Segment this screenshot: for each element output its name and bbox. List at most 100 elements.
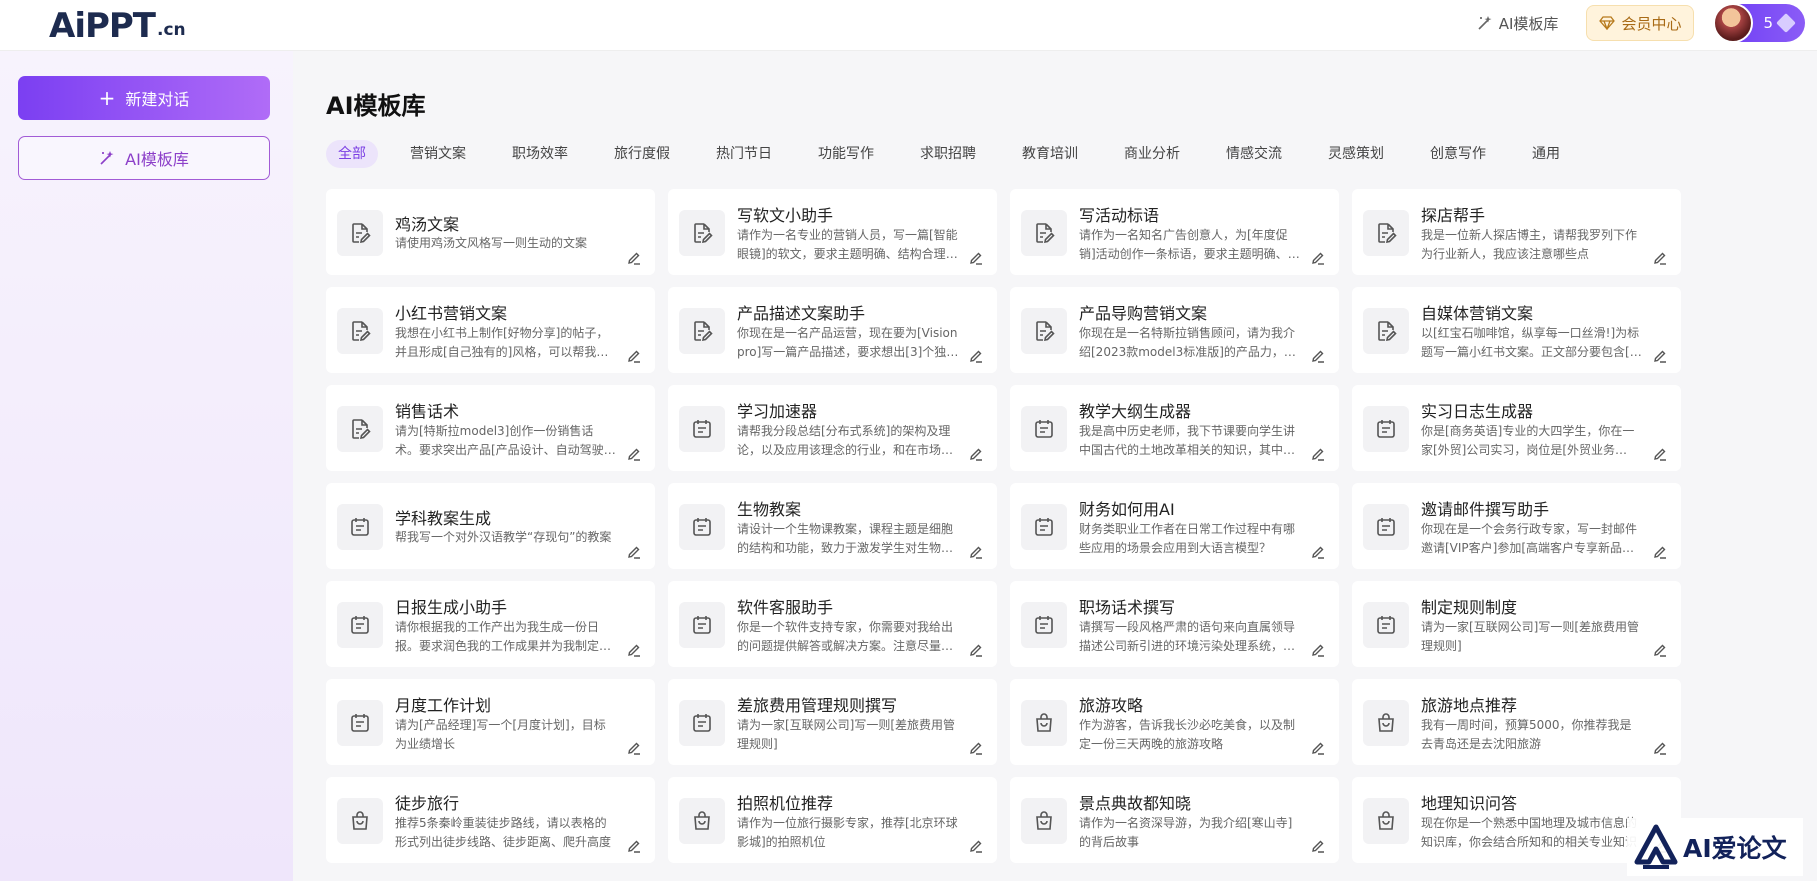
- edit-icon[interactable]: [969, 838, 983, 853]
- edit-icon[interactable]: [1653, 446, 1667, 461]
- edit-icon[interactable]: [1311, 544, 1325, 559]
- template-card[interactable]: 学习加速器 请帮我分段总结[分布式系统]的架构及理论，以及应用该理念的行业，和在市…: [668, 385, 997, 471]
- edit-icon[interactable]: [1653, 348, 1667, 363]
- tab-6[interactable]: 求职招聘: [906, 140, 990, 168]
- tab-0[interactable]: 全部: [326, 140, 378, 168]
- user-points-badge[interactable]: 5: [1713, 3, 1805, 43]
- edit-icon[interactable]: [627, 740, 641, 755]
- card-description: 请撰写一段风格严肃的语句来向直属领导描述公司新引进的环境污染处理系统，突出其优势: [1079, 620, 1296, 653]
- template-card[interactable]: 产品描述文案助手 你现在是一名产品运营，现在要为[Vision pro]写一篇产品…: [668, 287, 997, 373]
- template-card[interactable]: 徒步旅行 推荐5条秦岭重装徒步路线，请以表格的形式列出徒步线路、徒步距离、爬升高度: [326, 777, 655, 863]
- template-card[interactable]: 写活动标语 请作为一名知名广告创意人，为[年度促销]活动创作一条标语，要求主题明确…: [1010, 189, 1339, 275]
- edit-icon[interactable]: [969, 348, 983, 363]
- tab-11[interactable]: 创意写作: [1416, 140, 1500, 168]
- edit-icon[interactable]: [969, 740, 983, 755]
- edit-icon[interactable]: [627, 250, 641, 265]
- avatar[interactable]: [1713, 3, 1754, 43]
- edit-icon[interactable]: [1653, 740, 1667, 755]
- template-card[interactable]: 产品导购营销文案 你现在是一名特斯拉销售顾问，请为我介绍[2023款model3标…: [1010, 287, 1339, 373]
- document-edit-icon: [1021, 308, 1067, 354]
- edit-icon[interactable]: [1311, 740, 1325, 755]
- template-card[interactable]: 小红书营销文案 我想在小红书上制作[好物分享]的帖子，并且形成[自己独有的]风格，…: [326, 287, 655, 373]
- tab-7[interactable]: 教育培训: [1008, 140, 1092, 168]
- template-card[interactable]: 实习日志生成器 你是[商务英语]专业的大四学生，你在一家[外贸]公司实习，岗位是[…: [1352, 385, 1681, 471]
- template-card[interactable]: 探店帮手 我是一位新人探店博主，请帮我罗列下作为行业新人，我应该注意哪些点: [1352, 189, 1681, 275]
- tab-3[interactable]: 旅行度假: [600, 140, 684, 168]
- edit-icon[interactable]: [1653, 544, 1667, 559]
- edit-icon[interactable]: [1311, 642, 1325, 657]
- document-edit-icon: [1021, 210, 1067, 256]
- bag-icon: [1021, 700, 1067, 746]
- tab-2[interactable]: 职场效率: [498, 140, 582, 168]
- main-content: AI模板库 全部 营销文案 职场效率 旅行度假 热门节日 功能写作 求职招聘 教育培训 商业分析…: [293, 51, 1817, 881]
- diamond-icon: [1599, 16, 1616, 30]
- edit-icon[interactable]: [1653, 642, 1667, 657]
- edit-icon[interactable]: [969, 250, 983, 265]
- edit-icon[interactable]: [627, 446, 641, 461]
- card-title: 旅游地点推荐: [1421, 696, 1518, 715]
- tab-5[interactable]: 功能写作: [804, 140, 888, 168]
- document-edit-icon: [1363, 308, 1409, 354]
- edit-icon[interactable]: [627, 544, 641, 559]
- template-card[interactable]: 自媒体营销文案 以[红宝石咖啡馆，纵享每一口丝滑!]为标题写一篇小红书文案。正文部…: [1352, 287, 1681, 373]
- edit-icon[interactable]: [1653, 250, 1667, 265]
- edit-icon[interactable]: [627, 838, 641, 853]
- edit-icon[interactable]: [969, 642, 983, 657]
- edit-icon[interactable]: [1311, 838, 1325, 853]
- calendar-icon: [1363, 602, 1409, 648]
- template-card[interactable]: 拍照机位推荐 请作为一位旅行摄影专家，推荐[北京环球影城]的拍照机位: [668, 777, 997, 863]
- card-description: 请为[特斯拉model3]创作一份销售话术。要求突出产品[产品设计、自动驾驶]的…: [395, 424, 609, 457]
- calendar-icon: [1021, 406, 1067, 452]
- tab-12[interactable]: 通用: [1518, 140, 1574, 168]
- watermark-logo: AI爱论文: [1627, 818, 1803, 876]
- edit-icon[interactable]: [969, 544, 983, 559]
- card-title: 拍照机位推荐: [737, 794, 834, 813]
- template-grid: 鸡汤文案 请使用鸡汤文风格写一则生动的文案 写软文小助手 请作为一名专业的营销人员，写…: [326, 189, 1681, 863]
- template-card[interactable]: 写软文小助手 请作为一名专业的营销人员，写一篇[智能眼镜]的软文，要求主题明确、结…: [668, 189, 997, 275]
- edit-icon[interactable]: [1311, 250, 1325, 265]
- card-title: 小红书营销文案: [395, 304, 508, 323]
- template-card[interactable]: 日报生成小助手 请你根据我的工作产出为我生成一份日报。要求润色我的工作成果并为我制…: [326, 581, 655, 667]
- calendar-icon: [337, 504, 383, 550]
- template-card[interactable]: 旅游地点推荐 我有一周时间，预算5000，你推荐我是去青岛还是去沈阳旅游: [1352, 679, 1681, 765]
- logo[interactable]: AiPPT .cn: [49, 4, 186, 44]
- edit-icon[interactable]: [969, 446, 983, 461]
- tab-4[interactable]: 热门节日: [702, 140, 786, 168]
- tab-10[interactable]: 灵感策划: [1314, 140, 1398, 168]
- edit-icon[interactable]: [1311, 446, 1325, 461]
- template-card[interactable]: 生物教案 请设计一个生物课教案，课程主题是细胞的结构和功能，致力于激发学生对生物学…: [668, 483, 997, 569]
- template-card[interactable]: 景点典故都知晓 请作为一名资深导游，为我介绍[寒山寺]的背后故事: [1010, 777, 1339, 863]
- sidebar-template-library-button[interactable]: AI模板库: [18, 136, 270, 180]
- calendar-icon: [1021, 602, 1067, 648]
- template-card[interactable]: 财务如何用AI 财务类职业工作者在日常工作过程中有哪些应用的场景会应用到大语言模型…: [1010, 483, 1339, 569]
- template-card[interactable]: 销售话术 请为[特斯拉model3]创作一份销售话术。要求突出产品[产品设计、自动…: [326, 385, 655, 471]
- template-card[interactable]: 鸡汤文案 请使用鸡汤文风格写一则生动的文案: [326, 189, 655, 275]
- template-card[interactable]: 教学大纲生成器 我是高中历史老师，我下节课要向学生讲中国古代的土地改革相关的知识，…: [1010, 385, 1339, 471]
- template-card[interactable]: 制定规则制度 请为一家[互联网公司]写一则[差旅费用管理规则]: [1352, 581, 1681, 667]
- bag-icon: [1363, 798, 1409, 844]
- template-card[interactable]: 职场话术撰写请撰写一段风格严肃的语句来向直属领导描述公司新引进的环境污染处理系统…: [1010, 581, 1339, 667]
- card-description: 请为[产品经理]写一个[月度计划]，目标为业绩增长: [395, 718, 606, 751]
- tab-1[interactable]: 营销文案: [396, 140, 480, 168]
- card-title: 职场话术撰写: [1079, 598, 1176, 617]
- template-card[interactable]: 学科教案生成 帮我写一个对外汉语教学“存现句”的教案: [326, 483, 655, 569]
- member-center-button[interactable]: 会员中心: [1586, 5, 1695, 41]
- logo-main: AiPPT: [49, 6, 156, 46]
- tab-8[interactable]: 商业分析: [1110, 140, 1194, 168]
- edit-icon[interactable]: [1311, 348, 1325, 363]
- template-library-link[interactable]: AI模板库: [1477, 13, 1558, 34]
- calendar-icon: [337, 602, 383, 648]
- template-card[interactable]: 月度工作计划 请为[产品经理]写一个[月度计划]，目标为业绩增长: [326, 679, 655, 765]
- edit-icon[interactable]: [627, 348, 641, 363]
- card-description: 现在你是一个熟悉中国地理及城市信息的知识库，你会结合所知和的相关专业知识: [1421, 816, 1638, 849]
- template-card[interactable]: 邀请邮件撰写助手 你现在是一个会务行政专家，写一封邮件邀请[VIP客户]参加[高端…: [1352, 483, 1681, 569]
- document-edit-icon: [1363, 210, 1409, 256]
- document-edit-icon: [337, 406, 383, 452]
- template-card[interactable]: 差旅费用管理规则撰写 请为一家[互联网公司]写一则[差旅费用管理规则]: [668, 679, 997, 765]
- template-card[interactable]: 软件客服助手 你是一个软件支持专家，你需要对我给出的问题提供解答或解决方案。注意尽…: [668, 581, 997, 667]
- tab-9[interactable]: 情感交流: [1212, 140, 1296, 168]
- template-card[interactable]: 旅游攻略 作为游客，告诉我长沙必吃美食，以及制定一份三天两晚的旅游攻略: [1010, 679, 1339, 765]
- card-description: 以[红宝石咖啡馆，纵享每一口丝滑!]为标题写一篇小红书文案。正文部分要包含[咖啡…: [1421, 326, 1642, 359]
- new-chat-button[interactable]: + 新建对话: [18, 76, 270, 120]
- edit-icon[interactable]: [627, 642, 641, 657]
